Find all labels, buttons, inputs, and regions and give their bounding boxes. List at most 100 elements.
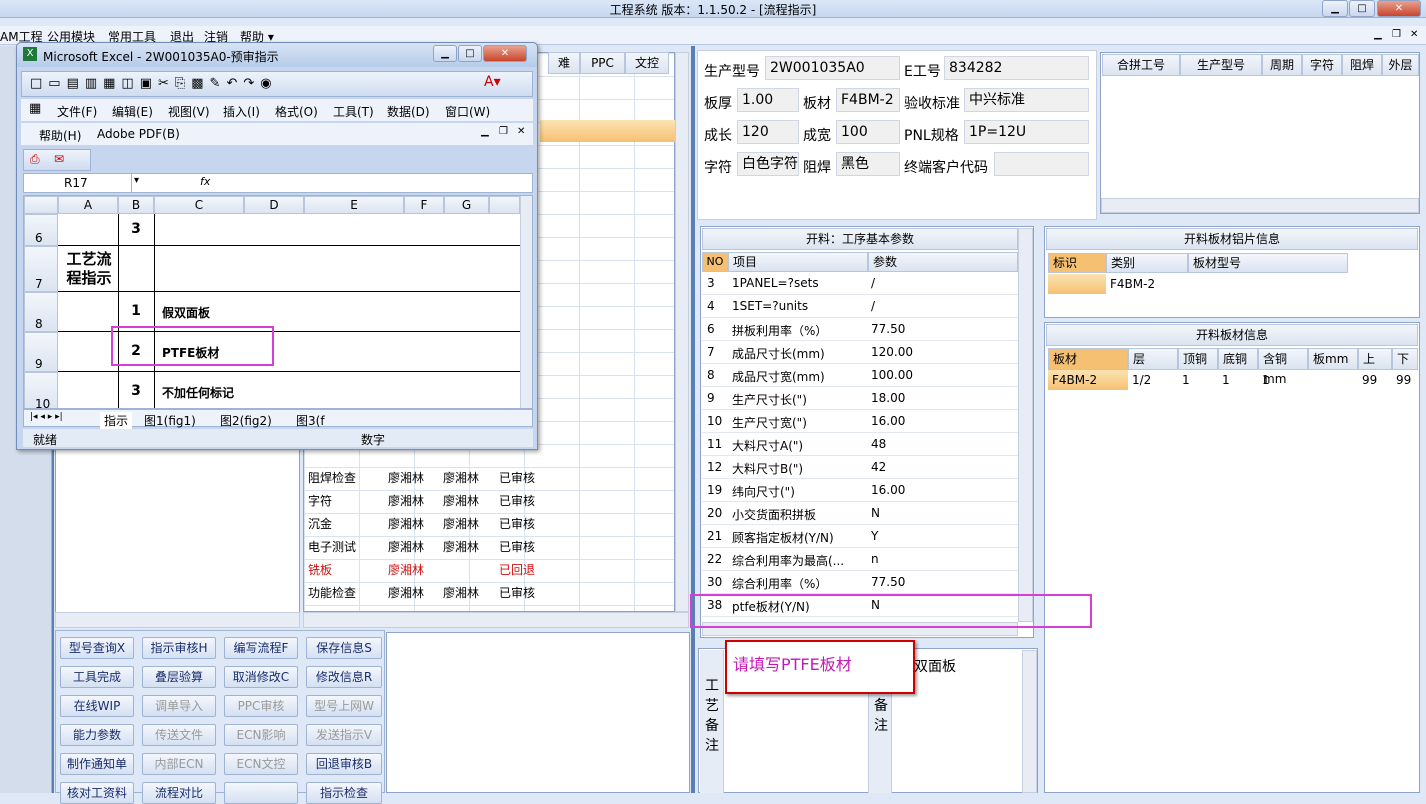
row-header[interactable]: 10	[24, 372, 58, 408]
param-item[interactable]: 成品尺寸长(mm)	[732, 345, 825, 362]
action-button[interactable]: PPC审核	[224, 695, 298, 717]
len-field[interactable]: 120	[737, 120, 799, 144]
param-item[interactable]: 生产尺寸宽(")	[732, 414, 807, 431]
param-value[interactable]: /	[871, 276, 875, 290]
excel-menu-item[interactable]: 视图(V)	[168, 103, 210, 120]
param-item[interactable]: 成品尺寸宽(mm)	[732, 368, 825, 385]
tab-sheet[interactable]: 图2(fig2)	[220, 412, 272, 429]
action-button[interactable]: 叠层验算	[142, 666, 216, 688]
param-value[interactable]: 77.50	[871, 322, 905, 336]
board-cell[interactable]: 1	[1262, 373, 1270, 387]
param-value[interactable]: N	[871, 506, 880, 520]
board-cell[interactable]: 99	[1396, 373, 1411, 387]
mdi-restore-icon[interactable]: ❐	[1392, 29, 1401, 40]
param-value[interactable]: 100.00	[871, 368, 913, 382]
remarks-right-text[interactable]: 双面板	[914, 656, 956, 676]
param-no[interactable]: 19	[707, 483, 722, 497]
cell-c[interactable]: 不加任何标记	[162, 384, 234, 401]
process-step[interactable]: 字符	[308, 492, 332, 509]
action-button[interactable]: 在线WIP	[60, 695, 134, 717]
param-no[interactable]: 8	[707, 368, 715, 382]
action-button[interactable]: 保存信息S	[306, 637, 382, 659]
col-header[interactable]: E	[304, 196, 404, 214]
book-restore-icon[interactable]: ❐	[499, 126, 508, 137]
model-field[interactable]: 2W001035A0	[765, 56, 900, 80]
row-header[interactable]: 9	[24, 332, 58, 372]
param-value[interactable]: 16.00	[871, 414, 905, 428]
namebox[interactable]: R17	[24, 174, 132, 192]
param-no[interactable]: 11	[707, 437, 722, 451]
action-button[interactable]: 制作通知单	[60, 753, 134, 775]
col-header[interactable]: C	[154, 196, 244, 214]
mask-field[interactable]: 黑色	[836, 152, 900, 176]
board-cell[interactable]: 1/2	[1132, 373, 1151, 387]
excel-menu-item[interactable]: 插入(I)	[223, 103, 260, 120]
fx-icon[interactable]: fx	[200, 175, 210, 188]
cust-field[interactable]	[994, 152, 1089, 176]
process-person[interactable]: 廖湘林	[388, 561, 424, 578]
cell-b[interactable]: 3	[118, 221, 154, 237]
cell-b[interactable]: 3	[118, 383, 154, 399]
process-status[interactable]: 已审核	[499, 469, 535, 486]
excel-menu-item[interactable]: 数据(D)	[387, 103, 430, 120]
merge-grid[interactable]	[1100, 52, 1420, 214]
excel-minimize-icon[interactable]: ▁	[433, 45, 457, 62]
eno-field[interactable]: 834282	[944, 56, 1089, 80]
action-button[interactable]: 型号上网W	[306, 695, 382, 717]
cell-a[interactable]: 工艺流程指示	[64, 250, 114, 288]
action-button[interactable]: 内部ECN	[142, 753, 216, 775]
process-person[interactable]: 廖湘林	[388, 584, 424, 601]
left-hscrollbar[interactable]	[55, 612, 300, 628]
sheet-vscrollbar[interactable]	[520, 196, 532, 408]
process-hscrollbar[interactable]	[303, 612, 689, 628]
excel-menu-item[interactable]: 编辑(E)	[112, 103, 153, 120]
tab-nav-icon[interactable]: |◂ ◂ ▸ ▸|	[30, 412, 63, 422]
param-no[interactable]: 22	[707, 552, 722, 566]
excel-close-icon[interactable]: ✕	[483, 45, 527, 62]
sheet-corner[interactable]	[24, 196, 58, 214]
board-cell[interactable]: 1	[1222, 373, 1230, 387]
merge-hscrollbar[interactable]	[1101, 198, 1419, 213]
minimize-icon[interactable]: ▁	[1322, 0, 1348, 17]
action-button[interactable]: 回退审核B	[306, 753, 382, 775]
action-button[interactable]: 调单导入	[142, 695, 216, 717]
param-item[interactable]: 纬向尺寸(")	[732, 483, 795, 500]
close-icon[interactable]: ✕	[1377, 0, 1421, 17]
excel-titlebar[interactable]: X Microsoft Excel - 2W001035A0-预审指示 ▁ □ …	[17, 43, 537, 67]
param-value[interactable]: n	[871, 552, 879, 566]
excel-menu-item[interactable]: Adobe PDF(B)	[97, 127, 180, 141]
pdf-icon[interactable]: ⎙	[30, 152, 40, 167]
action-button[interactable]: 传送文件	[142, 724, 216, 746]
action-button[interactable]: 指示检查	[306, 782, 382, 804]
param-item[interactable]: 大料尺寸A(")	[732, 437, 803, 454]
pdf-mail-icon[interactable]: ✉	[54, 152, 64, 166]
action-button[interactable]: 指示审核H	[142, 637, 216, 659]
font-color-icon[interactable]: A▾	[484, 74, 501, 90]
excel-menu-item[interactable]: 格式(O)	[275, 103, 318, 120]
wid-field[interactable]: 100	[836, 120, 900, 144]
process-status[interactable]: 已审核	[499, 492, 535, 509]
action-button[interactable]: 修改信息R	[306, 666, 382, 688]
col-header[interactable]: G	[444, 196, 489, 214]
pnl-field[interactable]: 1P=12U	[964, 120, 1089, 144]
process-step[interactable]: 铣板	[308, 561, 332, 578]
row-header[interactable]: 7	[24, 246, 58, 292]
row-header[interactable]: 6	[24, 214, 58, 246]
excel-menu-item[interactable]: 帮助(H)	[39, 127, 81, 144]
sheet-area[interactable]: ABCDEFG 6 3 7 工艺流程指示 8 1 假双面板 9 2 PTFE板材 10 3 不加任何标记	[23, 195, 533, 409]
action-button[interactable]: ECN文控	[224, 753, 298, 775]
param-item[interactable]: 顾客指定板材(Y/N)	[732, 529, 834, 546]
board-cell[interactable]: F4BM-2	[1052, 373, 1097, 387]
cell-b[interactable]: 1	[118, 303, 154, 319]
param-value[interactable]: 48	[871, 437, 886, 451]
cell-c[interactable]: 假双面板	[162, 304, 210, 321]
process-person[interactable]: 廖湘林	[443, 584, 479, 601]
param-item[interactable]: 生产尺寸长(")	[732, 391, 807, 408]
param-no[interactable]: 12	[707, 460, 722, 474]
board-cell[interactable]: 1	[1182, 373, 1190, 387]
process-person[interactable]: 廖湘林	[388, 538, 424, 555]
remarks-vscrollbar[interactable]	[1022, 650, 1037, 793]
param-value[interactable]: Y	[871, 529, 878, 543]
excel-window[interactable]: X Microsoft Excel - 2W001035A0-预审指示 ▁ □ …	[16, 42, 538, 450]
param-no[interactable]: 3	[707, 276, 715, 290]
